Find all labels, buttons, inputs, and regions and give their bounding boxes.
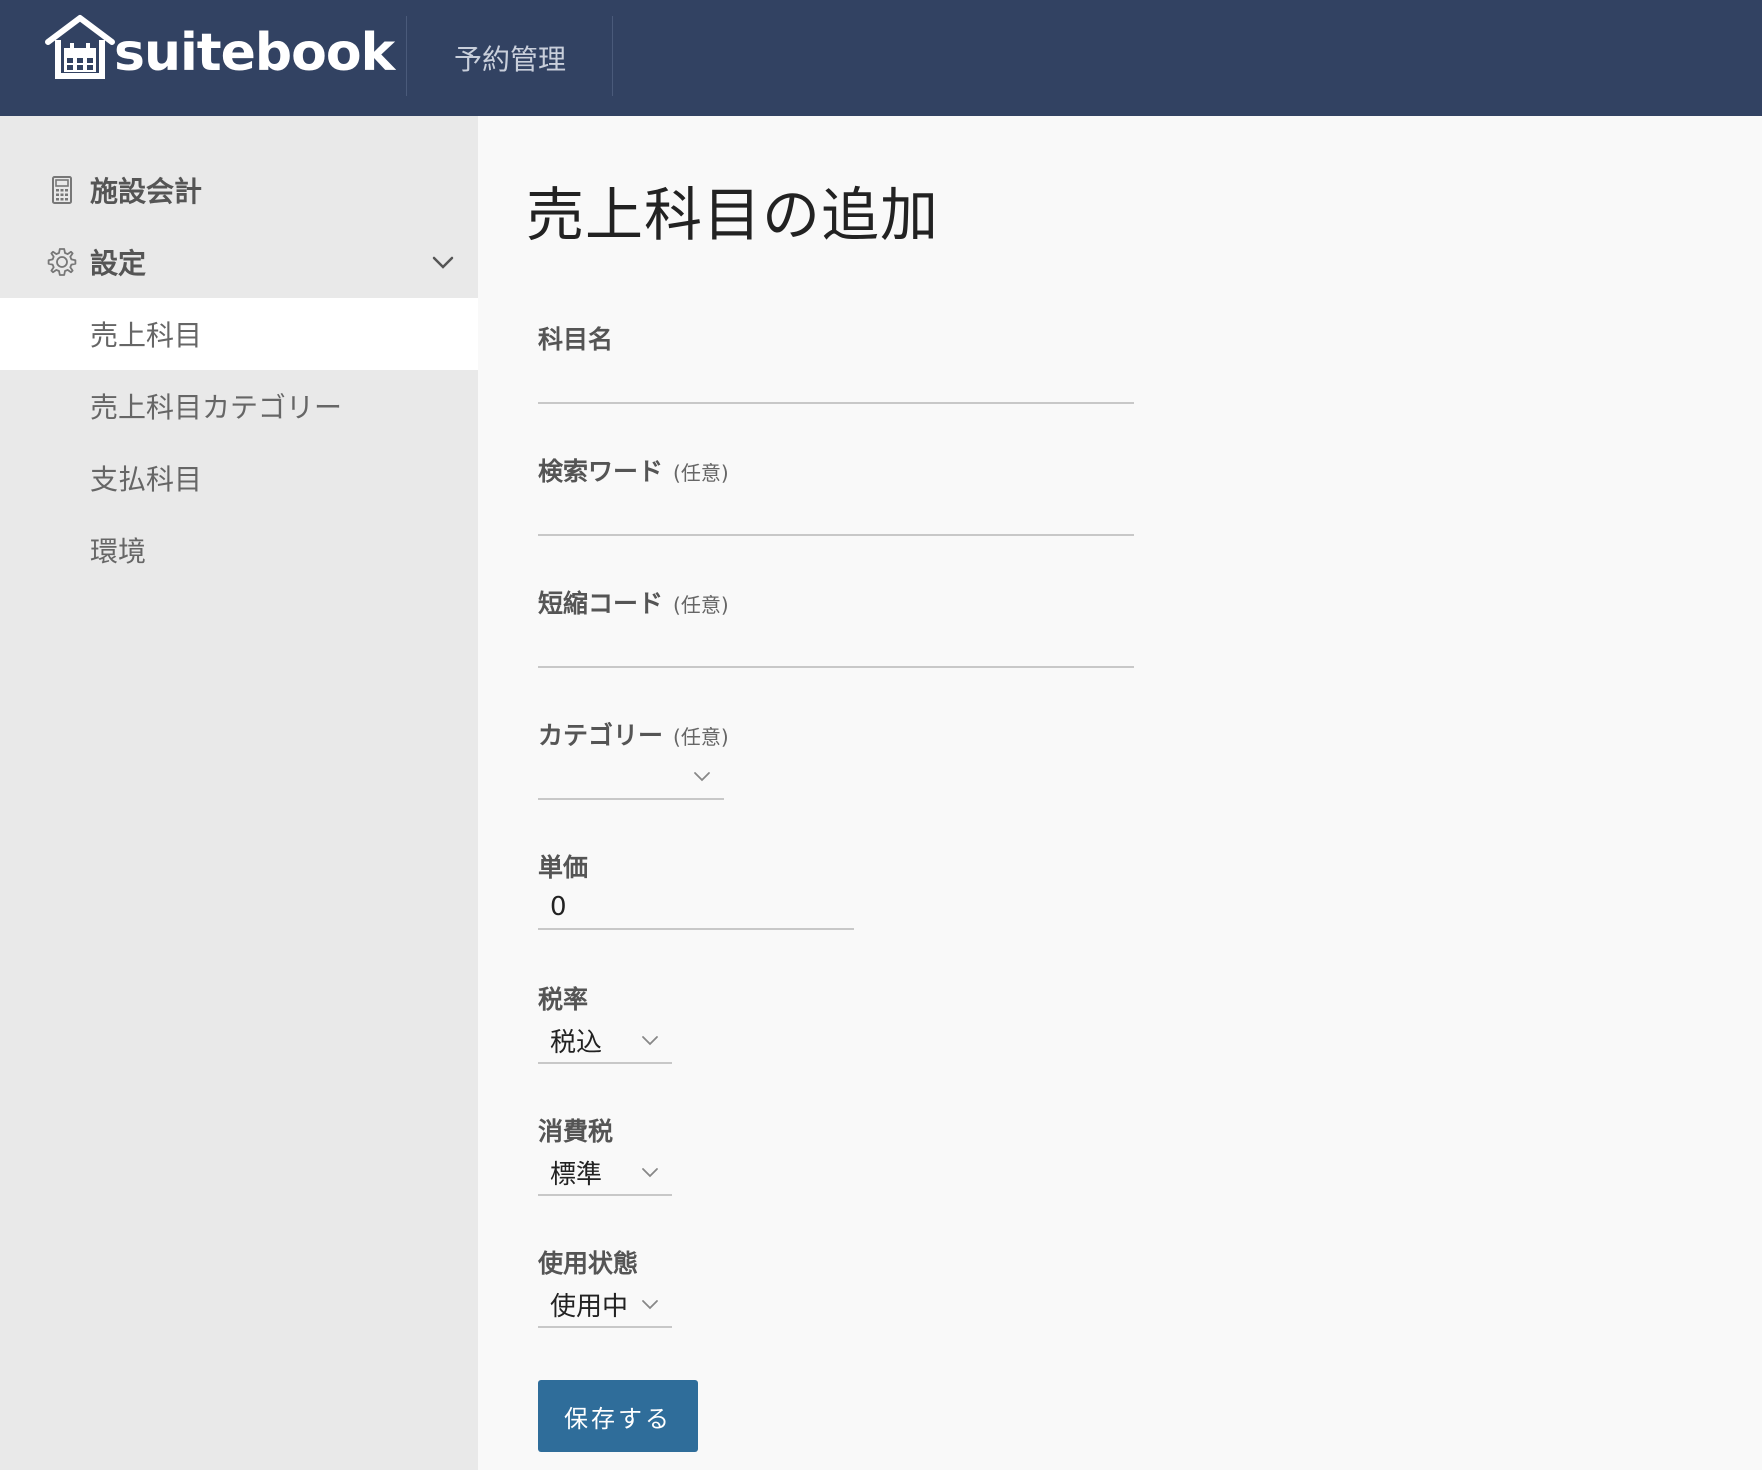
short-code-input[interactable] [538, 624, 1134, 668]
category-select[interactable] [538, 754, 724, 800]
sidebar-subitem-label: 支払科目 [90, 463, 203, 496]
select-value: 標準 [550, 1159, 603, 1190]
chevron-down-icon [642, 1168, 658, 1178]
search-word-label: 検索ワード (任意) [538, 452, 729, 488]
sidebar-item-label: 設定 [90, 247, 147, 280]
page-title: 売上科目の追加 [526, 181, 940, 249]
unit-price-input[interactable] [538, 886, 854, 930]
field-label-text: 単価 [538, 853, 589, 882]
select-value: 使用中 [550, 1291, 629, 1322]
field-label-text: カテゴリー [538, 721, 664, 750]
sidebar-item-accounting[interactable]: 施設会計 [0, 154, 478, 226]
chevron-down-icon [694, 772, 710, 782]
short-code-label: 短縮コード (任意) [538, 584, 729, 620]
top-header: suitebook 予約管理 [0, 0, 1762, 116]
header-divider [612, 16, 613, 96]
header-divider [406, 16, 407, 96]
search-word-input[interactable] [538, 492, 1134, 536]
sidebar-subitem-label: 売上科目 [90, 319, 203, 352]
optional-tag: (任意) [673, 593, 729, 617]
save-button[interactable]: 保存する [538, 1380, 698, 1452]
field-label-text: 使用状態 [538, 1249, 639, 1278]
category-label: カテゴリー (任意) [538, 716, 729, 752]
sidebar-subitem-label: 環境 [90, 535, 147, 568]
app-name: suitebook [114, 23, 395, 83]
field-label-text: 検索ワード [538, 457, 664, 486]
field-label-text: 消費税 [538, 1117, 614, 1146]
unit-price-label: 単価 [538, 848, 588, 884]
gear-icon [47, 248, 77, 276]
sidebar-subitem-label: 売上科目カテゴリー [90, 391, 343, 424]
sidebar-item-label: 施設会計 [90, 175, 203, 208]
chevron-down-icon [642, 1300, 658, 1310]
chevron-down-icon [642, 1036, 658, 1046]
optional-tag: (任意) [673, 461, 729, 485]
sidebar-subitem-sales-accounts[interactable]: 売上科目 [0, 298, 478, 370]
chevron-down-icon[interactable] [430, 249, 456, 275]
consumption-tax-label: 消費税 [538, 1112, 613, 1148]
field-label-text: 短縮コード [538, 589, 664, 618]
account-name-input[interactable] [538, 360, 1134, 404]
sidebar: 施設会計 設定 売上科目 売上科目カテゴリー 支払科目 環境 [0, 116, 478, 1470]
account-name-label: 科目名 [538, 320, 613, 356]
status-label: 使用状態 [538, 1244, 638, 1280]
field-label-text: 税率 [538, 985, 589, 1014]
tax-rate-select[interactable]: 税込 [538, 1018, 672, 1064]
sidebar-subitem-sales-account-categories[interactable]: 売上科目カテゴリー [0, 370, 478, 442]
house-calendar-icon [45, 15, 115, 79]
sidebar-item-settings[interactable]: 設定 [0, 226, 478, 298]
sidebar-subitem-payment-accounts[interactable]: 支払科目 [0, 442, 478, 514]
optional-tag: (任意) [673, 725, 729, 749]
calculator-icon [52, 176, 72, 204]
sidebar-subitem-environment[interactable]: 環境 [0, 514, 478, 586]
app-logo[interactable]: suitebook [44, 14, 395, 84]
nav-link-reservations[interactable]: 予約管理 [408, 34, 612, 82]
status-select[interactable]: 使用中 [538, 1282, 672, 1328]
field-label-text: 科目名 [538, 325, 614, 354]
select-value: 税込 [550, 1027, 603, 1058]
tax-rate-label: 税率 [538, 980, 588, 1016]
consumption-tax-select[interactable]: 標準 [538, 1150, 672, 1196]
